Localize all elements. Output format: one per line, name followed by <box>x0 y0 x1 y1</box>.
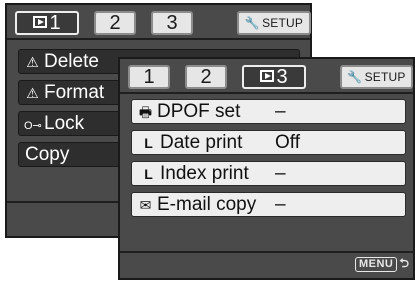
key-icon: O⊸ <box>24 120 42 132</box>
email-copy-value: – <box>275 194 286 215</box>
return-arrow-icon: ⮌ <box>399 256 409 270</box>
wrench-icon: 🔧 <box>347 70 363 84</box>
menu-item-dpof-set[interactable]: 🖶 DPOF set – <box>131 99 406 124</box>
tab-1[interactable]: 1 <box>128 65 170 89</box>
tab-2[interactable]: 2 <box>94 11 136 35</box>
play-icon <box>260 70 275 82</box>
menu-return-hint[interactable]: MENU ⮌ <box>354 254 409 275</box>
tab-play-3[interactable]: 3 <box>242 65 306 89</box>
menu-button-label: MENU <box>354 257 398 272</box>
index-print-value: – <box>275 163 286 184</box>
tab-setup[interactable]: 🔧 SETUP <box>237 11 311 35</box>
tab-play-1[interactable]: 1 <box>15 11 79 35</box>
front-tab-bar: 1 2 3 🔧 SETUP <box>128 65 413 89</box>
tab-divider <box>120 92 413 94</box>
warning-icon: ⚠ <box>26 85 39 101</box>
menu-item-index-print[interactable]: L Index print – <box>131 161 406 186</box>
play-icon <box>33 16 48 28</box>
wrench-icon: 🔧 <box>244 16 261 30</box>
dpof-set-value: – <box>275 101 286 122</box>
tab-2[interactable]: 2 <box>185 65 227 89</box>
sub-item-icon: L <box>144 135 153 151</box>
front-footer-divider <box>120 251 413 253</box>
tab-setup[interactable]: 🔧 SETUP <box>340 65 413 89</box>
menu-item-date-print[interactable]: L Date print Off <box>131 130 406 155</box>
sub-item-icon: L <box>144 166 153 182</box>
tab-3[interactable]: 3 <box>151 11 193 35</box>
date-print-value: Off <box>275 132 300 153</box>
tab-divider <box>7 38 310 40</box>
menu-item-email-copy[interactable]: ✉ E-mail copy – <box>131 192 406 217</box>
back-tab-bar: 1 2 3 🔧 SETUP <box>15 11 311 35</box>
envelope-icon: ✉ <box>139 197 152 213</box>
print-menu-screen: 1 2 3 🔧 SETUP 🖶 DPOF set – L Date print Off… <box>118 57 415 280</box>
warning-icon: ⚠ <box>26 54 39 70</box>
printer-icon: 🖶 <box>138 104 153 120</box>
